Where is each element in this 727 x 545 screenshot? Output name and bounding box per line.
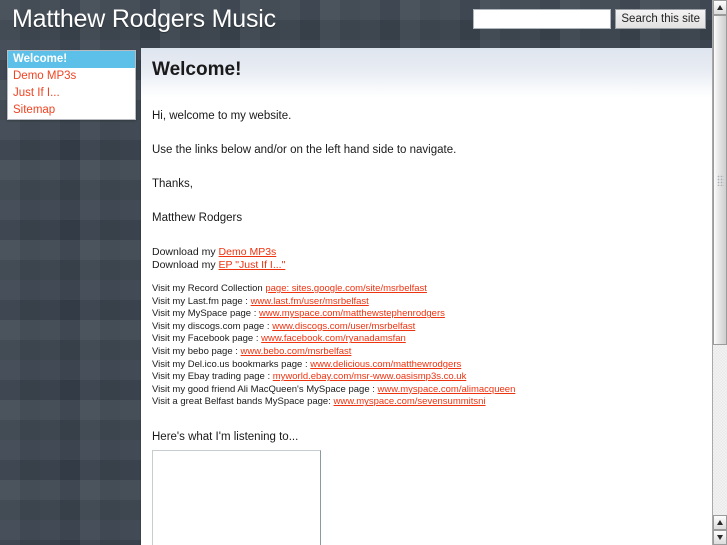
search-input[interactable] <box>473 9 612 29</box>
vertical-scrollbar[interactable] <box>712 0 727 545</box>
sidebar-nav: Welcome! Demo MP3s Just If I... Sitemap <box>7 50 136 120</box>
ebay-link[interactable]: myworld.ebay.com/msr-www.oasismp3s.co.uk <box>273 371 467 382</box>
page-root: Matthew Rodgers Music Search this site W… <box>0 0 712 545</box>
sidebar-item-welcome[interactable]: Welcome! <box>8 51 135 68</box>
search-this-site-button[interactable]: Search this site <box>615 9 706 29</box>
list-item: Visit my MySpace page : www.myspace.com/… <box>152 308 700 321</box>
list-item: Visit my discogs.com page : www.discogs.… <box>152 321 700 334</box>
site-header: Matthew Rodgers Music Search this site <box>0 0 712 48</box>
link-prefix: Visit my Facebook page : <box>152 333 262 345</box>
scrollbar-grip-icon <box>716 174 724 186</box>
sidebar-item-just-if-i[interactable]: Just If I... <box>8 85 135 102</box>
thanks-paragraph: Thanks, <box>152 178 193 190</box>
facebook-link[interactable]: www.facebook.com/ryanadamsfan <box>261 333 406 344</box>
sevensummitsni-myspace-link[interactable]: www.myspace.com/sevensummitsni <box>334 396 486 407</box>
link-prefix: Visit my good friend Ali MacQueen's MySp… <box>152 383 378 395</box>
discogs-link[interactable]: www.discogs.com/user/msrbelfast <box>272 321 415 332</box>
scroll-up-button-bottom[interactable] <box>713 515 727 530</box>
scroll-down-button[interactable] <box>713 530 727 545</box>
list-item: Visit my good friend Ali MacQueen's MySp… <box>152 384 700 397</box>
content-title-bar: Welcome! <box>141 48 712 98</box>
sidebar-item-sitemap[interactable]: Sitemap <box>8 102 135 119</box>
link-prefix: Visit my MySpace page : <box>152 308 260 320</box>
listening-widget-box[interactable] <box>152 449 321 545</box>
search-area: Search this site <box>473 9 706 29</box>
visit-links-block: Visit my Record Collection page: sites.g… <box>152 283 700 409</box>
link-prefix: Visit my discogs.com page : <box>152 320 273 332</box>
list-item: Visit a great Belfast bands MySpace page… <box>152 396 700 409</box>
scroll-up-arrow-icon <box>717 5 723 10</box>
scroll-up-arrow-icon <box>717 520 723 525</box>
myspace-link[interactable]: www.myspace.com/matthewstephenrodgers <box>259 308 445 319</box>
list-item: Visit my Last.fm page : www.last.fm/user… <box>152 296 700 309</box>
link-prefix: Visit my bebo page : <box>152 345 241 357</box>
scroll-down-arrow-icon <box>717 535 723 540</box>
download-prefix: Download my <box>152 258 219 271</box>
list-item: Visit my Record Collection page: sites.g… <box>152 283 700 296</box>
delicious-link[interactable]: www.delicious.com/matthewrodgers <box>310 359 461 370</box>
list-item: Visit my Facebook page : www.facebook.co… <box>152 333 700 346</box>
bebo-link[interactable]: www.bebo.com/msrbelfast <box>241 346 352 357</box>
site-title: Matthew Rodgers Music <box>12 5 276 33</box>
link-prefix: Visit my Ebay trading page : <box>152 371 273 383</box>
download-prefix: Download my <box>152 246 219 258</box>
content-body: Hi, welcome to my website. Use the links… <box>141 98 712 545</box>
navigate-paragraph: Use the links below and/or on the left h… <box>152 144 457 156</box>
download-line: Download my EP "Just If I..." <box>152 259 700 272</box>
scrollbar-track[interactable] <box>713 15 727 515</box>
download-demo-mp3s-link[interactable]: Demo MP3s <box>219 246 277 258</box>
main-content: Welcome! Hi, welcome to my website. Use … <box>141 48 712 545</box>
lastfm-link[interactable]: www.last.fm/user/msrbelfast <box>251 296 369 307</box>
download-ep-just-if-i-link[interactable]: EP "Just If I..." <box>219 259 286 271</box>
list-item: Visit my Ebay trading page : myworld.eba… <box>152 371 700 384</box>
signature-paragraph: Matthew Rodgers <box>152 212 243 224</box>
intro-paragraph: Hi, welcome to my website. <box>152 110 292 122</box>
download-line: Download my Demo MP3s <box>152 246 700 259</box>
link-prefix: Visit my Del.ico.us bookmarks page : <box>152 358 311 370</box>
link-prefix: Visit my Record Collection <box>152 283 266 294</box>
scrollbar-thumb[interactable] <box>713 15 727 345</box>
record-collection-link[interactable]: page: sites.google.com/site/msrbelfast <box>265 283 427 294</box>
list-item: Visit my Del.ico.us bookmarks page : www… <box>152 359 700 372</box>
link-prefix: Visit a great Belfast bands MySpace page… <box>152 396 334 408</box>
alimacqueen-myspace-link[interactable]: www.myspace.com/alimacqueen <box>378 384 516 395</box>
link-prefix: Visit my Last.fm page : <box>152 295 251 307</box>
list-item: Visit my bebo page : www.bebo.com/msrbel… <box>152 346 700 359</box>
listening-label: Here's what I'm listening to... <box>152 430 299 443</box>
scroll-up-button[interactable] <box>713 0 727 15</box>
downloads-block: Download my Demo MP3s Download my EP "Ju… <box>152 246 700 271</box>
page-title: Welcome! <box>152 59 242 80</box>
sidebar-item-demo-mp3s[interactable]: Demo MP3s <box>8 68 135 85</box>
